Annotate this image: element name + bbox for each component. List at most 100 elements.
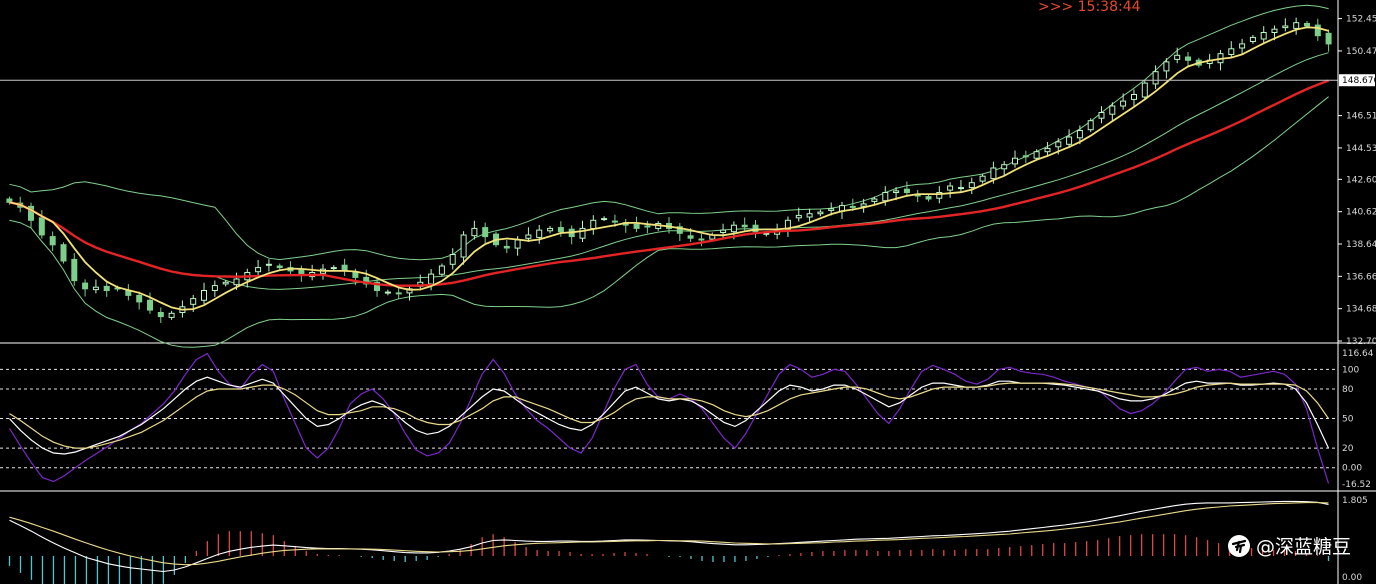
price-tick-label: 146.510 <box>1346 112 1376 122</box>
candle-body <box>644 225 651 228</box>
macd-tick-label: 0.00 <box>1342 573 1362 583</box>
price-tick-label: 142.605 <box>1346 175 1376 185</box>
candle-body <box>1304 23 1310 27</box>
candle-body <box>395 292 402 295</box>
candle-body <box>222 281 229 285</box>
candle-body <box>525 234 532 239</box>
candle-body <box>698 238 705 241</box>
candle-body <box>1087 120 1094 131</box>
candle-body <box>1152 71 1159 85</box>
countdown-timer: >>> 15:38:44 <box>1038 0 1141 15</box>
candle-body <box>1109 105 1116 115</box>
candle-body <box>1044 147 1051 153</box>
candle-body <box>82 282 89 290</box>
candle-body <box>136 294 143 303</box>
candle-body <box>265 263 272 266</box>
kdj-tick-label: 0.00 <box>1342 464 1362 474</box>
candle-body <box>1174 54 1181 60</box>
candle-body <box>168 312 175 318</box>
candle-body <box>611 220 618 223</box>
candle-body <box>979 175 986 182</box>
candle-body <box>460 234 467 258</box>
candle-body <box>590 219 597 230</box>
candle-body <box>255 267 262 273</box>
candle-body <box>1282 25 1289 29</box>
candle-body <box>903 188 910 193</box>
candle-body <box>633 223 640 229</box>
candle-body <box>60 244 67 262</box>
candle-body <box>1314 24 1321 37</box>
candle-body <box>730 224 737 233</box>
candle-body <box>38 217 45 236</box>
candle-body <box>741 224 748 228</box>
candle-body <box>1033 151 1040 159</box>
candle-body <box>968 182 975 189</box>
price-tick-label: 134.685 <box>1346 305 1376 315</box>
candle-body <box>1271 28 1278 34</box>
price-tick-label: 138.645 <box>1346 240 1376 250</box>
macd-tick-label: 1.805 <box>1342 496 1368 506</box>
candle-body <box>990 167 997 180</box>
candle-body <box>1076 130 1083 139</box>
kdj-tick-label: 116.64 <box>1342 349 1374 359</box>
candle-body <box>947 185 954 191</box>
candle-body <box>860 203 867 207</box>
price-tick-label: 136.665 <box>1346 272 1376 282</box>
candle-body <box>958 187 964 190</box>
candle-body <box>1293 22 1300 29</box>
candle-body <box>233 278 240 286</box>
candle-body <box>1120 100 1127 107</box>
candle-body <box>49 236 56 246</box>
candle-body <box>1325 32 1332 45</box>
kdj-tick-label: 20 <box>1342 444 1354 454</box>
candle-body <box>893 190 900 193</box>
candle-body <box>1249 36 1256 43</box>
candle-body <box>1131 94 1137 100</box>
trading-chart: 152.450 150.470 146.510 144.530 142.605 140.6… <box>0 0 1376 584</box>
candle-body <box>795 214 802 219</box>
candle-body <box>1001 164 1008 170</box>
candle-body <box>687 235 694 239</box>
candle-body <box>330 267 337 270</box>
candle-body <box>536 229 543 238</box>
candle-body <box>849 205 856 208</box>
price-tick-label: 140.625 <box>1346 208 1376 218</box>
candle-body <box>1141 82 1148 98</box>
candle-body <box>503 245 510 249</box>
kdj-tick-label: 100 <box>1342 365 1359 375</box>
candle-body <box>147 299 153 311</box>
candle-body <box>1185 56 1191 61</box>
candle-body <box>449 254 456 265</box>
candle-body <box>1260 32 1267 40</box>
candle-body <box>925 196 932 200</box>
candle-body <box>438 265 445 275</box>
candle-body <box>871 198 878 202</box>
candle-body <box>1012 157 1018 165</box>
current-price-label: 148.676 <box>1342 76 1376 86</box>
price-tick-label: 150.470 <box>1346 47 1376 57</box>
candle-body <box>92 286 99 291</box>
candle-body <box>428 273 435 285</box>
candle-body <box>352 272 359 278</box>
kdj-tick-label: -16.52 <box>1342 480 1371 490</box>
price-tick-label: 144.530 <box>1346 144 1376 154</box>
candle-body <box>720 229 727 234</box>
candle-body <box>384 291 391 294</box>
candle-body <box>1066 136 1073 145</box>
candle-body <box>1098 112 1105 119</box>
candle-body <box>482 227 489 238</box>
candle-body <box>547 227 554 232</box>
candle-body <box>276 265 283 269</box>
candle-body <box>882 192 889 202</box>
kdj-tick-label: 50 <box>1342 415 1354 425</box>
candle-body <box>1239 43 1246 49</box>
candle-body <box>71 258 78 282</box>
candle-body <box>211 285 218 292</box>
candle-body <box>471 227 478 237</box>
kdj-tick-label: 80 <box>1342 385 1354 395</box>
watermark-text: @深蓝糖豆 <box>1256 536 1351 558</box>
candle-body <box>817 211 824 215</box>
candle-body <box>1022 155 1029 158</box>
candle-body <box>828 208 835 211</box>
toutiao-logo-icon <box>1228 535 1250 557</box>
